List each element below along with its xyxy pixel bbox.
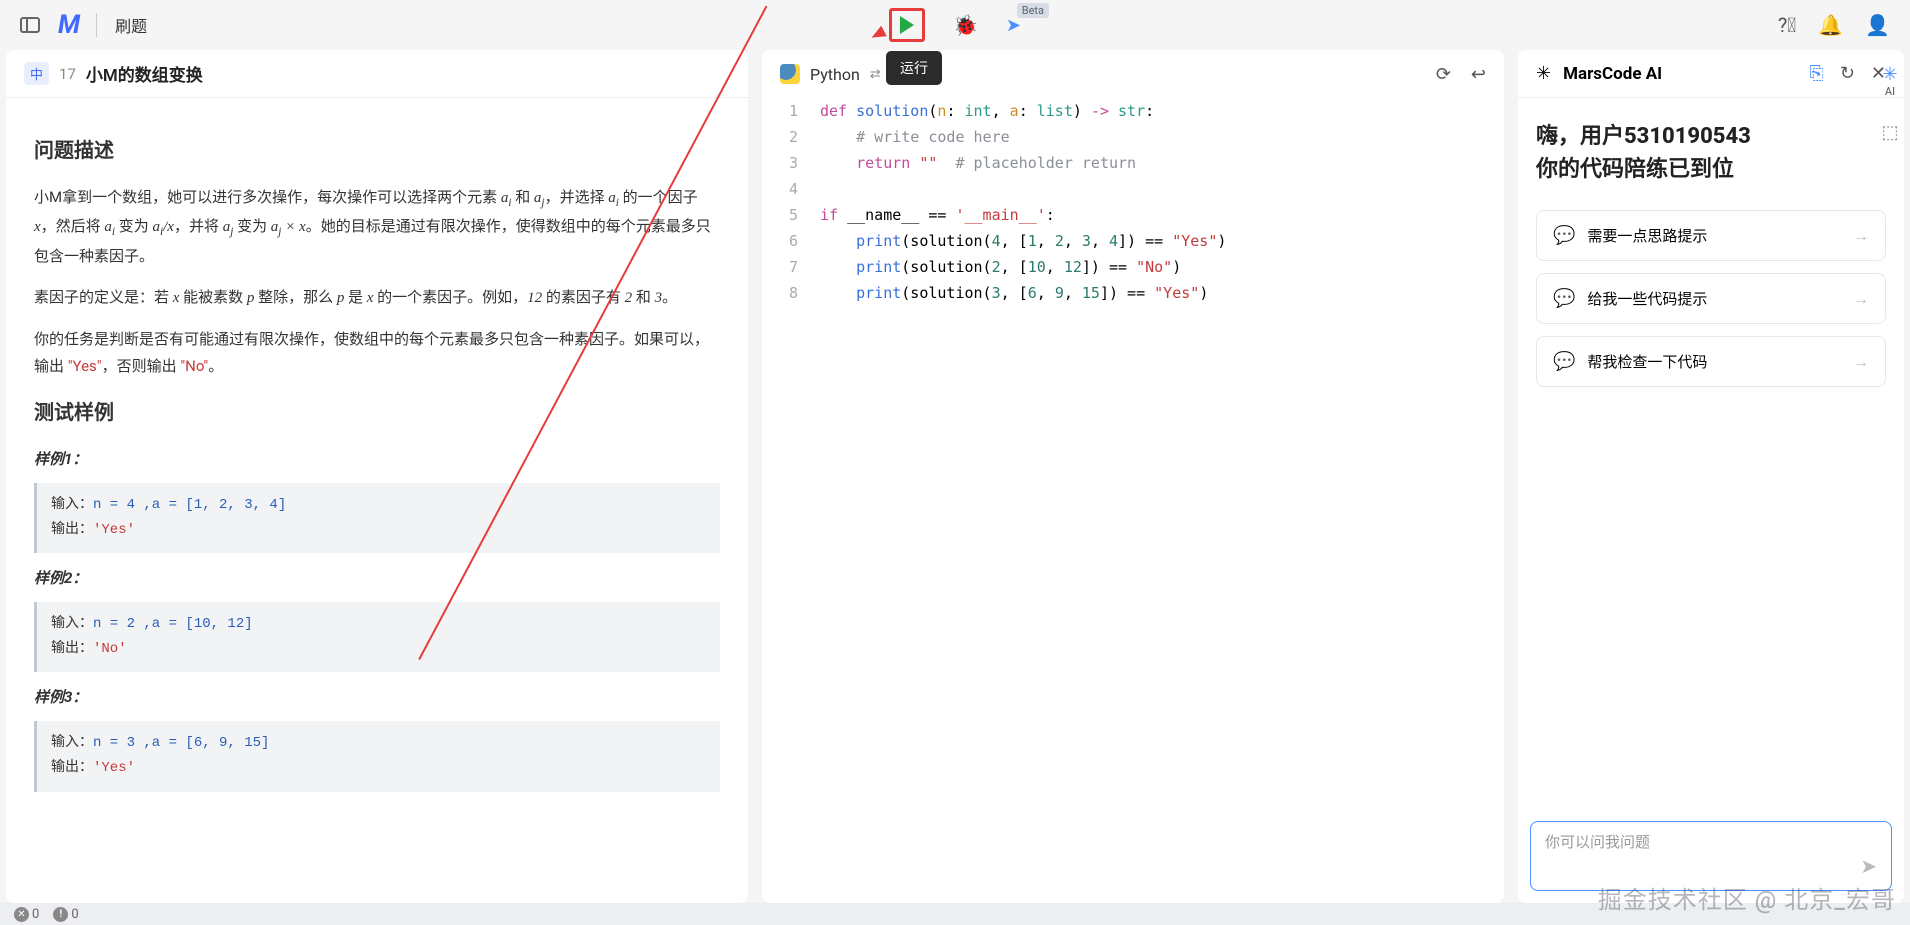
suggestion-hint[interactable]: 💬 需要一点思路提示 → — [1536, 210, 1886, 261]
history-icon[interactable]: ↻ — [1840, 63, 1855, 84]
ai-greeting: 嗨，用户5310190543 你的代码陪练已到位 — [1536, 120, 1886, 186]
sample2-block: 输入：n = 2 ,a = [10, 12] 输出：'No' — [34, 602, 720, 672]
sample2-label: 样例2： — [34, 565, 720, 592]
send-icon: ➤ — [1006, 15, 1021, 36]
ai-input-wrap[interactable]: ➤ — [1530, 821, 1892, 891]
desc-p3: 你的任务是判断是否有可能通过有限次操作，使数组中的每个元素最多只包含一种素因子。… — [34, 326, 720, 380]
new-chat-icon[interactable]: ⎘ — [1809, 63, 1823, 84]
problem-title: 小M的数组变换 — [86, 61, 203, 86]
difficulty-badge: 中 — [24, 62, 49, 85]
desc-p2: 素因子的定义是：若 x 能被素数 p 整除，那么 p 是 x 的一个素因子。例如… — [34, 284, 720, 312]
test-heading: 测试样例 — [34, 394, 720, 430]
nav-practice[interactable]: 刷题 — [96, 13, 147, 37]
problem-panel: 中 17 小M的数组变换 问题描述 小M拿到一个数组，她可以进行多次操作，每次操… — [6, 50, 748, 903]
ai-input[interactable] — [1545, 834, 1860, 851]
arrow-right-icon: → — [1853, 352, 1869, 372]
help-icon[interactable]: ?⃝ — [1778, 13, 1796, 37]
submit-button[interactable]: ➤ Beta — [1006, 15, 1021, 36]
arrow-right-icon: → — [1853, 226, 1869, 246]
python-icon — [780, 64, 800, 84]
chat-icon: 💬 — [1553, 225, 1575, 246]
code-editor[interactable]: 1 2 3 4 5 6 7 8 def solution(n: int, a: … — [762, 98, 1504, 306]
play-icon — [900, 16, 914, 34]
chevron-down-icon[interactable]: ⇄ — [870, 67, 881, 82]
desc-heading: 问题描述 — [34, 132, 720, 168]
refresh-icon[interactable]: ⟳ — [1436, 64, 1451, 85]
logo[interactable]: M — [58, 10, 78, 40]
wrap-icon[interactable]: ↩ — [1471, 64, 1486, 85]
avatar-icon[interactable]: 👤 — [1865, 13, 1890, 37]
bell-icon[interactable]: 🔔 — [1818, 13, 1843, 37]
panel-toggle-icon[interactable] — [20, 17, 40, 33]
warnings-count[interactable]: !0 — [53, 907, 78, 922]
chat-icon: 💬 — [1553, 351, 1575, 372]
arrow-right-icon: → — [1853, 289, 1869, 309]
status-bar: ✕0 !0 — [0, 903, 1910, 925]
run-button[interactable]: 运行 — [889, 8, 925, 42]
sample3-label: 样例3： — [34, 684, 720, 711]
send-icon[interactable]: ➤ — [1860, 854, 1877, 878]
problem-number: 17 — [59, 65, 76, 83]
ai-panel: ✳ MarsCode AI ⎘ ↻ ✕ 嗨，用户5310190543 你的代码陪… — [1518, 50, 1904, 903]
sample3-block: 输入：n = 3 ,a = [6, 9, 15] 输出：'Yes' — [34, 721, 720, 791]
code-panel: Python ⇄ ⟳ ↩ 1 2 3 4 5 6 7 8 def solutio… — [762, 50, 1504, 903]
language-select[interactable]: Python — [810, 65, 860, 84]
errors-count[interactable]: ✕0 — [14, 907, 39, 922]
rail-tool-icon[interactable]: ⬚ — [1881, 122, 1898, 143]
desc-p1: 小M拿到一个数组，她可以进行多次操作，每次操作可以选择两个元素 ai 和 aj，… — [34, 184, 720, 270]
suggestion-review[interactable]: 💬 帮我检查一下代码 → — [1536, 336, 1886, 387]
debug-icon[interactable]: 🐞 — [953, 13, 978, 37]
code-lines[interactable]: def solution(n: int, a: list) -> str: # … — [812, 98, 1504, 306]
run-tooltip: 运行 — [886, 51, 942, 85]
gutter: 1 2 3 4 5 6 7 8 — [762, 98, 812, 306]
suggestion-code[interactable]: 💬 给我一些代码提示 → — [1536, 273, 1886, 324]
sample1-block: 输入：n = 4 ,a = [1, 2, 3, 4] 输出：'Yes' — [34, 483, 720, 553]
rail-ai-button[interactable]: ✳ AI — [1882, 64, 1897, 98]
chat-icon: 💬 — [1553, 288, 1575, 309]
ai-logo-icon: ✳ — [1536, 63, 1551, 84]
ai-title: MarsCode AI — [1563, 64, 1662, 84]
beta-badge: Beta — [1017, 3, 1049, 18]
sample1-label: 样例1： — [34, 446, 720, 473]
